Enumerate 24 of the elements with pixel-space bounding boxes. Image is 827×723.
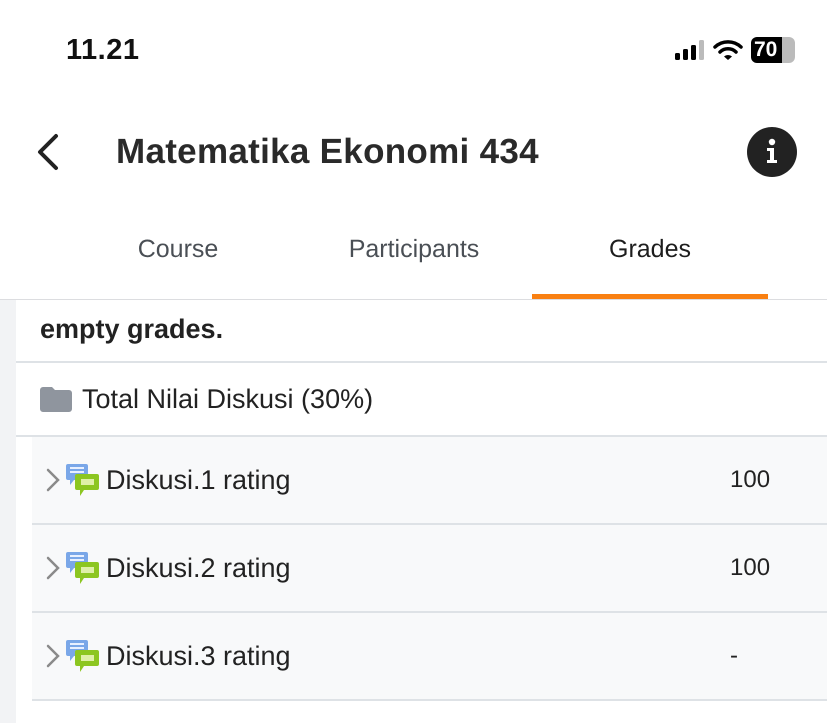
- battery-level: 70: [751, 37, 795, 63]
- aggregation-note: empty grades.: [16, 300, 827, 363]
- chevron-icon[interactable]: [46, 468, 60, 492]
- chevron-icon[interactable]: [46, 556, 60, 580]
- signal-icon: [675, 40, 705, 60]
- grade-item-name[interactable]: Diskusi.3 rating: [106, 640, 730, 672]
- info-icon[interactable]: [747, 127, 797, 177]
- chevron-icon[interactable]: [46, 644, 60, 668]
- wifi-icon: [713, 39, 743, 61]
- clock-time: 11.21: [66, 34, 140, 66]
- category-name: Total Nilai Diskusi (30%): [82, 384, 374, 414]
- forum-icon: [66, 551, 100, 585]
- grade-value: -: [730, 642, 739, 670]
- grade-value: 100: [730, 554, 772, 582]
- grade-item-name[interactable]: Diskusi.2 rating: [106, 552, 730, 584]
- folder-icon: [40, 385, 72, 413]
- grade-item-name[interactable]: Diskusi.1 rating: [106, 464, 730, 496]
- course-title: Matematika Ekonomi 434: [116, 132, 540, 172]
- tab[interactable]: Course: [60, 204, 296, 299]
- tab[interactable]: Participants: [296, 204, 532, 299]
- forum-icon: [66, 639, 100, 673]
- grade-value: 100: [730, 466, 772, 494]
- back-icon[interactable]: [36, 133, 60, 171]
- forum-icon: [66, 463, 100, 497]
